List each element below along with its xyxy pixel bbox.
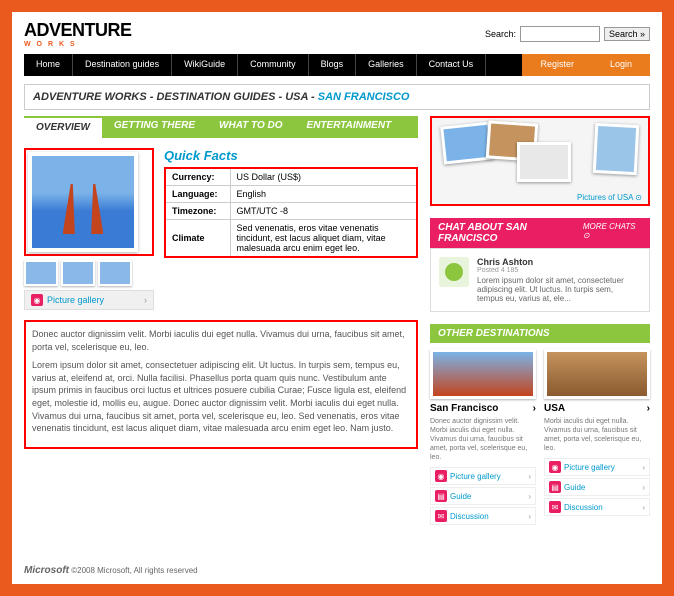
thumb-2[interactable] [61, 260, 95, 286]
content-tabs: OVERVIEW GETTING THERE WHAT TO DO ENTERT… [24, 116, 418, 138]
quick-facts-table: Currency:US Dollar (US$) Language:Englis… [164, 167, 418, 258]
tab-entertainment[interactable]: ENTERTAINMENT [295, 116, 404, 138]
chat-body: Chris Ashton Posted 4 185 Lorem ipsum do… [430, 248, 650, 312]
destination-card: USA › Morbi iaculis dui eget nulla. Vivam… [544, 349, 650, 525]
fact-key: Currency: [165, 168, 230, 186]
chat-icon: ✉ [435, 510, 447, 522]
footer: Microsoft ©2008 Microsoft, All rights re… [24, 557, 650, 576]
tab-getting-there[interactable]: GETTING THERE [102, 116, 207, 138]
destination-title[interactable]: USA [544, 403, 565, 414]
search-button[interactable]: Search » [604, 27, 650, 41]
chat-user-name[interactable]: Chris Ashton [477, 257, 641, 267]
chevron-right-icon: › [144, 295, 147, 305]
footer-brand: Microsoft [24, 565, 69, 576]
destination-card: San Francisco › Donec auctor dignissim ve… [430, 349, 536, 525]
search-label: Search: [485, 29, 516, 39]
fact-value: English [230, 186, 417, 203]
nav-destination-guides[interactable]: Destination guides [73, 54, 172, 76]
nav-community[interactable]: Community [238, 54, 309, 76]
destination-title[interactable]: San Francisco [430, 403, 498, 414]
nav-login[interactable]: Login [592, 54, 650, 76]
nav-blogs[interactable]: Blogs [309, 54, 357, 76]
fact-key: Climate [165, 220, 230, 258]
chevron-right-icon: › [528, 492, 531, 501]
chevron-right-icon: › [642, 463, 645, 472]
book-icon: ▤ [435, 490, 447, 502]
destination-desc: Donec auctor dignissim velit. Morbi iacu… [430, 417, 536, 462]
chat-icon: ✉ [549, 501, 561, 513]
dest-discussion-link[interactable]: ✉Discussion› [544, 498, 650, 516]
avatar [439, 257, 469, 287]
breadcrumb: ADVENTURE WORKS - DESTINATION GUIDES - U… [24, 84, 650, 110]
camera-icon: ◉ [31, 294, 43, 306]
fact-value: GMT/UTC -8 [230, 203, 417, 220]
main-photo-highlight [24, 148, 154, 256]
quick-facts-title: Quick Facts [164, 148, 418, 163]
dest-gallery-link[interactable]: ◉Picture gallery› [544, 458, 650, 476]
gallery-link-label: Picture gallery [47, 295, 104, 305]
chevron-right-icon: › [642, 503, 645, 512]
picture-gallery-link[interactable]: ◉ Picture gallery › [24, 290, 154, 310]
collage-photo[interactable] [517, 142, 571, 182]
fact-key: Timezone: [165, 203, 230, 220]
nav-home[interactable]: Home [24, 54, 73, 76]
camera-icon: ◉ [435, 470, 447, 482]
search-input[interactable] [520, 26, 600, 42]
description-highlight: Donec auctor dignissim velit. Morbi iacu… [24, 320, 418, 449]
footer-copy: ©2008 Microsoft, All rights reserved [69, 566, 198, 575]
camera-icon: ◉ [549, 461, 561, 473]
more-chats-link[interactable]: MORE CHATS ⊙ [583, 222, 642, 244]
chat-meta: Posted 4 185 [477, 267, 641, 274]
nav-wikiguide[interactable]: WikiGuide [172, 54, 238, 76]
main-nav: Home Destination guides WikiGuide Commun… [24, 54, 650, 76]
chat-title: CHAT ABOUT SAN FRANCISCO [438, 222, 583, 244]
breadcrumb-path: ADVENTURE WORKS - DESTINATION GUIDES - U… [33, 91, 318, 103]
search-box: Search: Search » [485, 26, 650, 42]
chevron-right-icon: › [642, 483, 645, 492]
main-photo[interactable] [28, 152, 138, 252]
fact-value: US Dollar (US$) [230, 168, 417, 186]
logo: ADVENTURE W O R K S [24, 20, 132, 48]
chat-message: Lorem ipsum dolor sit amet, consectetuer… [477, 276, 641, 303]
description-p1: Donec auctor dignissim velit. Morbi iacu… [32, 328, 410, 353]
collage-caption[interactable]: Pictures of USA ⊙ [577, 193, 642, 202]
photo-collage-highlight: Pictures of USA ⊙ [430, 116, 650, 206]
nav-galleries[interactable]: Galleries [356, 54, 417, 76]
chevron-right-icon: › [528, 512, 531, 521]
user-icon [445, 263, 463, 281]
destination-image[interactable] [544, 349, 650, 399]
collage-photo[interactable] [593, 123, 640, 175]
fact-value: Sed venenatis, eros vitae venenatis tinc… [230, 220, 417, 258]
description-p2: Lorem ipsum dolor sit amet, consectetuer… [32, 359, 410, 435]
chevron-right-icon[interactable]: › [533, 403, 536, 414]
logo-main: ADVENTURE [24, 20, 132, 41]
other-destinations-header: OTHER DESTINATIONS [430, 324, 650, 343]
other-destinations-title: OTHER DESTINATIONS [438, 328, 549, 339]
thumb-3[interactable] [98, 260, 132, 286]
photo-thumbs [24, 260, 154, 286]
logo-sub: W O R K S [24, 41, 132, 48]
destination-desc: Morbi iaculis dui eget nulla. Vivamus du… [544, 417, 650, 453]
chat-header: CHAT ABOUT SAN FRANCISCO MORE CHATS ⊙ [430, 218, 650, 248]
chevron-right-icon[interactable]: › [647, 403, 650, 414]
fact-key: Language: [165, 186, 230, 203]
dest-discussion-link[interactable]: ✉Discussion› [430, 507, 536, 525]
destination-image[interactable] [430, 349, 536, 399]
nav-contact[interactable]: Contact Us [417, 54, 487, 76]
nav-register[interactable]: Register [522, 54, 592, 76]
dest-guide-link[interactable]: ▤Guide› [430, 487, 536, 505]
chevron-right-icon: › [528, 472, 531, 481]
tab-overview[interactable]: OVERVIEW [24, 116, 102, 138]
breadcrumb-current: SAN FRANCISCO [318, 91, 410, 103]
dest-gallery-link[interactable]: ◉Picture gallery› [430, 467, 536, 485]
book-icon: ▤ [549, 481, 561, 493]
dest-guide-link[interactable]: ▤Guide› [544, 478, 650, 496]
tab-what-to-do[interactable]: WHAT TO DO [207, 116, 295, 138]
thumb-1[interactable] [24, 260, 58, 286]
